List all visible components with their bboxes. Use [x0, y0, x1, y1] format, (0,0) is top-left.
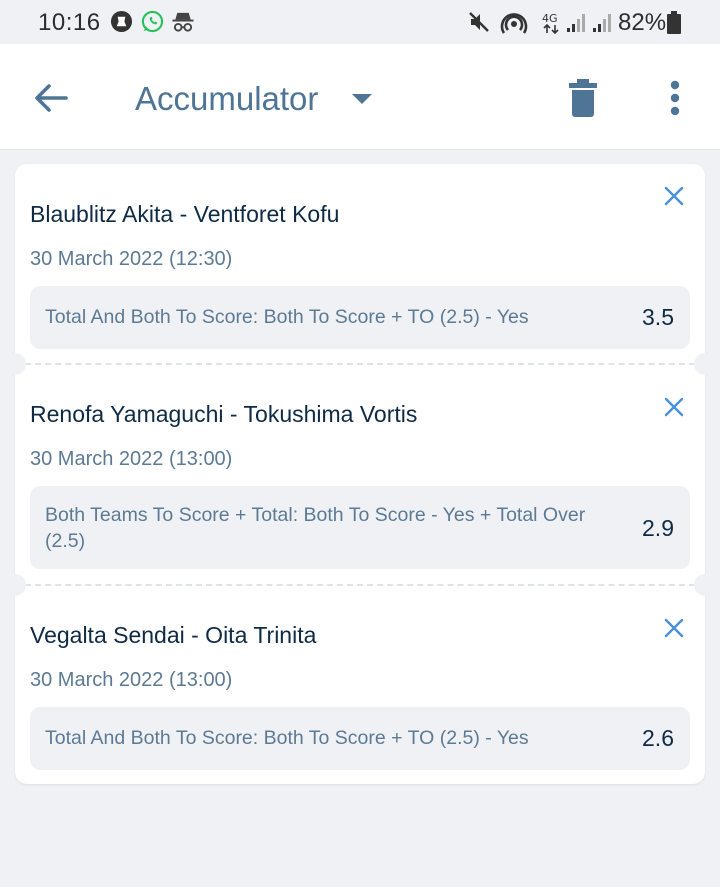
close-icon[interactable] — [663, 185, 685, 207]
mute-icon — [467, 10, 491, 39]
more-vert-icon[interactable] — [662, 78, 688, 118]
market-description: Both Teams To Score + Total: Both To Sco… — [45, 504, 586, 552]
whatsapp-icon — [141, 10, 164, 38]
match-date: 30 March 2022 (13:00) — [30, 669, 233, 691]
dropdown-caret-icon[interactable] — [350, 92, 374, 106]
bet-selection[interactable]: Both Teams To Score + Total: Both To Sco… — [30, 486, 690, 569]
chelsea-app-icon — [110, 10, 133, 38]
match-name: Vegalta Sendai - Oita Trinita — [30, 622, 317, 648]
svg-text:4G: 4G — [542, 12, 558, 25]
close-icon[interactable] — [663, 617, 685, 639]
signal-icon — [566, 10, 588, 39]
battery-icon — [666, 11, 682, 40]
market-description: Total And Both To Score: Both To Score +… — [45, 306, 529, 328]
status-bar: 10:16 4G 82% — [0, 0, 720, 44]
signal-icon — [592, 10, 614, 39]
market-description: Total And Both To Score: Both To Score +… — [45, 727, 529, 749]
battery-percentage: 82% — [618, 9, 667, 36]
bet-item: Blaublitz Akita - Ventforet Kofu 30 Marc… — [15, 164, 705, 364]
hotspot-icon — [500, 10, 528, 39]
match-name: Blaublitz Akita - Ventforet Kofu — [30, 201, 340, 227]
bet-slip-card: Blaublitz Akita - Ventforet Kofu 30 Marc… — [4, 164, 716, 784]
match-date: 30 March 2022 (13:00) — [30, 448, 233, 470]
trash-icon[interactable] — [566, 78, 600, 118]
match-name: Renofa Yamaguchi - Tokushima Vortis — [30, 401, 418, 427]
bet-selection[interactable]: Total And Both To Score: Both To Score +… — [30, 707, 690, 770]
page-title[interactable]: Accumulator — [135, 80, 318, 118]
odds-value: 3.5 — [642, 304, 674, 330]
odds-value: 2.9 — [642, 515, 674, 541]
back-arrow-icon[interactable] — [30, 78, 70, 118]
close-icon[interactable] — [663, 396, 685, 418]
status-time: 10:16 — [38, 9, 101, 36]
app-bar: Accumulator — [0, 44, 720, 150]
odds-value: 2.6 — [642, 725, 674, 751]
bet-item: Vegalta Sendai - Oita Trinita 30 March 2… — [15, 585, 705, 784]
incognito-icon — [170, 10, 196, 38]
bet-item: Renofa Yamaguchi - Tokushima Vortis 30 M… — [15, 364, 705, 584]
4g-icon: 4G — [541, 11, 563, 40]
bet-selection[interactable]: Total And Both To Score: Both To Score +… — [30, 286, 690, 349]
match-date: 30 March 2022 (12:30) — [30, 248, 233, 270]
